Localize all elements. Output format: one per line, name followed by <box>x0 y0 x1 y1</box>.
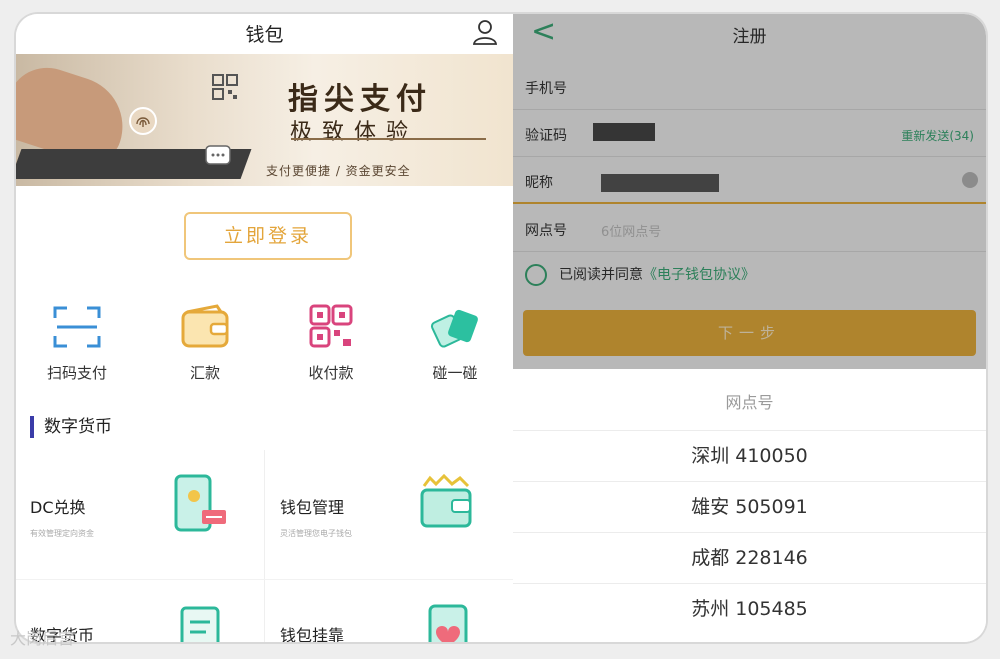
wallet-header: 钱包 <box>16 14 513 54</box>
banner-title: 指尖支付 <box>288 82 432 117</box>
card-subtitle: 有效管理定向资金 <box>30 529 94 538</box>
quick-action-tap[interactable]: 碰一碰 <box>400 304 510 383</box>
register-panel: < 注册 手机号 验证码 重新发送(34) 昵称 网点号 6位网点号 已阅读并同… <box>513 14 986 642</box>
wallet-manage-icon <box>420 473 472 528</box>
qr-code-icon <box>309 304 353 348</box>
banner-tagline: 支付更便捷 / 资金更安全 <box>266 164 411 178</box>
card-wallet-attach[interactable]: 钱包挂靠 <box>280 622 430 642</box>
page-title: 钱包 <box>245 24 284 46</box>
card-divider <box>264 450 265 642</box>
card-title: 钱包挂靠 <box>280 626 345 642</box>
branch-picker: 网点号 深圳 410050 雄安 505091 成都 228146 苏州 105… <box>513 369 986 642</box>
quick-action-collect-pay[interactable]: 收付款 <box>276 304 386 383</box>
qr-small-icon <box>212 74 238 100</box>
banner-divider <box>291 138 486 140</box>
card-wallet-manage[interactable]: 钱包管理 灵活管理您电子钱包 <box>280 494 430 539</box>
wallet-icon <box>181 304 229 348</box>
modal-overlay <box>513 14 986 369</box>
phone-exchange-icon <box>174 474 226 532</box>
promo-banner[interactable]: 指尖支付 极致体验 支付更便捷 / 资金更安全 <box>16 54 513 186</box>
quick-action-label: 扫码支付 <box>46 364 107 382</box>
message-icon <box>205 145 231 165</box>
picker-option[interactable]: 雄安 505091 <box>513 481 986 532</box>
tap-cards-icon <box>430 309 478 348</box>
picker-option[interactable]: 成都 228146 <box>513 532 986 583</box>
login-button[interactable]: 立即登录 <box>184 212 352 260</box>
card-title: 钱包管理 <box>280 498 345 517</box>
quick-action-label: 收付款 <box>308 364 354 382</box>
user-profile-icon[interactable] <box>471 18 499 46</box>
quick-action-label: 汇款 <box>189 364 220 382</box>
watermark: 大岗后宫 <box>10 629 75 648</box>
quick-action-remit[interactable]: 汇款 <box>150 304 260 383</box>
picker-option[interactable]: 苏州 105485 <box>513 583 986 634</box>
quick-action-label: 碰一碰 <box>432 364 478 382</box>
fingerprint-icon <box>129 107 157 135</box>
picker-title: 网点号 <box>725 393 774 412</box>
phone-heart-icon <box>428 604 468 642</box>
screenshot-frame: 钱包 指尖支付 极致体验 支付更便捷 / 资金更安全 立即登录 扫码支付 汇款 … <box>16 14 986 642</box>
section-title: 数字货币 <box>30 416 112 438</box>
card-divider <box>16 579 513 580</box>
card-subtitle: 灵活管理您电子钱包 <box>280 529 352 538</box>
picker-option[interactable]: 深圳 410050 <box>513 430 986 481</box>
document-icon <box>180 606 220 642</box>
card-dc-exchange[interactable]: DC兑换 有效管理定向资金 <box>30 494 180 539</box>
quick-action-scan-pay[interactable]: 扫码支付 <box>22 304 132 383</box>
register-form: < 注册 手机号 验证码 重新发送(34) 昵称 网点号 6位网点号 已阅读并同… <box>513 14 986 369</box>
card-title: DC兑换 <box>30 498 86 517</box>
wallet-home-panel: 钱包 指尖支付 极致体验 支付更便捷 / 资金更安全 立即登录 扫码支付 汇款 … <box>16 14 513 642</box>
scan-icon <box>53 306 101 348</box>
banner-subtitle: 极致体验 <box>290 120 419 145</box>
